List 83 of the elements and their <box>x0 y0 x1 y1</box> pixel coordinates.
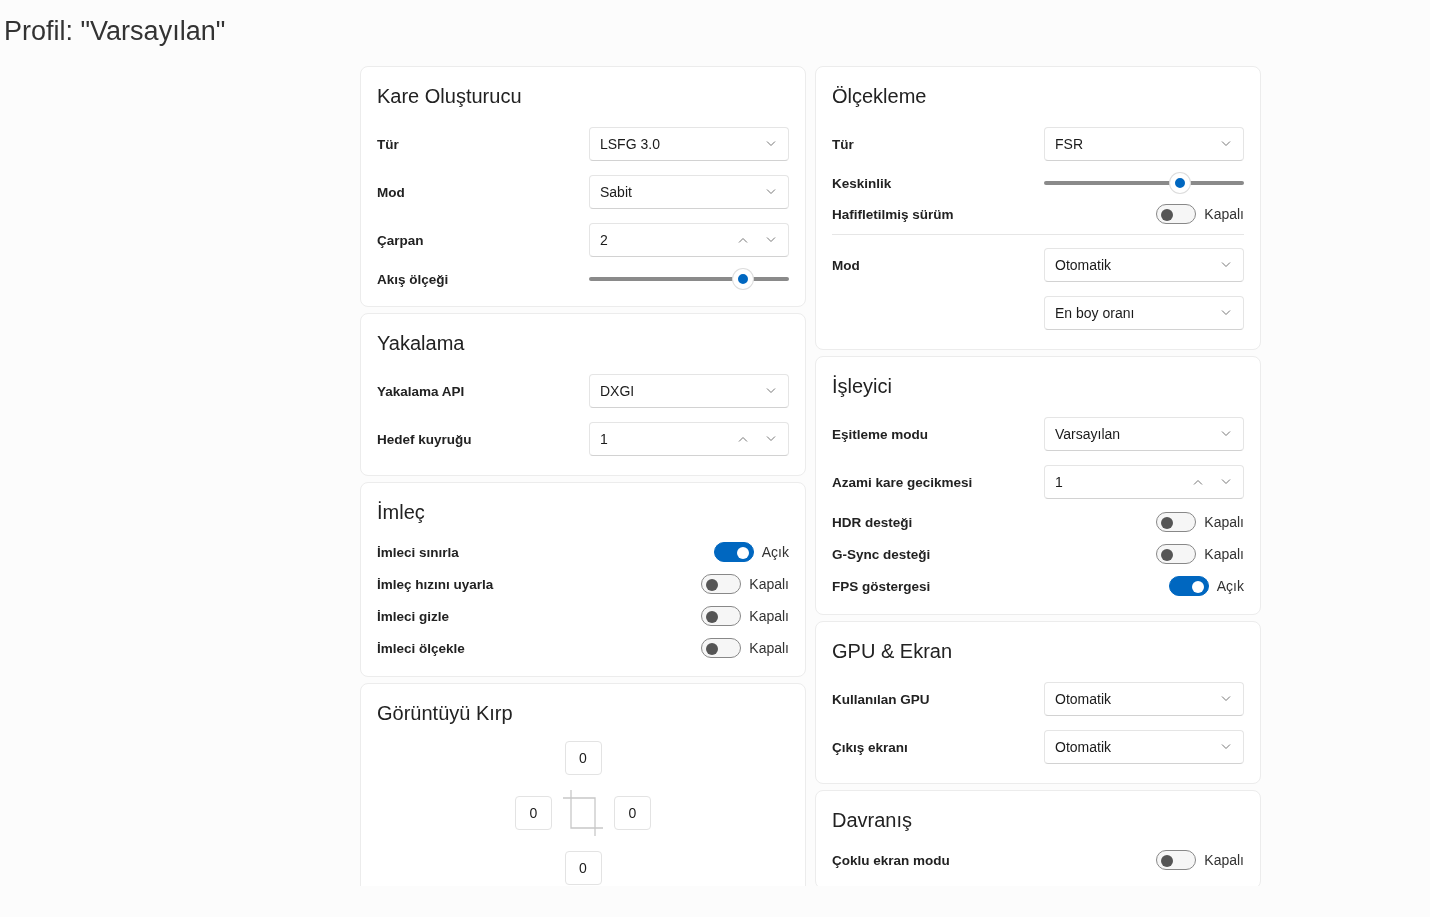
setting-label: FPS göstergesi <box>832 578 932 594</box>
setting-label: İmleci sınırla <box>377 544 460 560</box>
crop-right-field[interactable]: 0 <box>614 796 651 830</box>
toggle-state: Açık <box>761 544 789 560</box>
toggle-state: Kapalı <box>1204 206 1244 222</box>
card-title: GPU & Ekran <box>832 640 954 663</box>
chevron-down-icon[interactable] <box>1221 479 1231 485</box>
page-title: Profil: "Varsayılan" <box>3 15 227 48</box>
toggle-state: Kapalı <box>1204 514 1244 530</box>
setting-label: Çarpan <box>377 232 425 248</box>
dropdown[interactable]: Varsayılan <box>1044 417 1244 451</box>
toggle-switch[interactable] <box>1156 850 1197 870</box>
toggle-switch[interactable] <box>1156 512 1197 532</box>
setting-label: Tür <box>377 136 400 152</box>
chevron-down-icon[interactable] <box>1221 141 1231 147</box>
chevron-down-icon[interactable] <box>766 189 776 195</box>
toggle-switch[interactable] <box>701 606 742 626</box>
chevron-down-icon[interactable] <box>766 237 776 243</box>
setting-label: Çoklu ekran modu <box>832 852 951 868</box>
toggle-switch[interactable] <box>701 638 742 658</box>
setting-label: G-Sync desteği <box>832 546 932 562</box>
toggle-state: Açık <box>1216 578 1244 594</box>
dropdown[interactable]: Otomatik <box>1044 730 1244 764</box>
setting-label: İmleci ölçekle <box>377 640 466 656</box>
setting-label: Hafifletilmiş sürüm <box>832 206 955 222</box>
card-title: İmleç <box>377 501 426 524</box>
chevron-down-icon[interactable] <box>1221 262 1231 268</box>
dropdown[interactable]: En boy oranı <box>1044 296 1244 330</box>
dropdown[interactable]: Sabit <box>589 175 789 209</box>
toggle-state: Kapalı <box>749 576 789 592</box>
toggle-switch[interactable] <box>1156 204 1197 224</box>
chevron-down-icon[interactable] <box>1221 431 1231 437</box>
chevron-down-icon[interactable] <box>766 436 776 442</box>
setting-label: Yakalama API <box>377 383 466 399</box>
setting-label: Kullanılan GPU <box>832 691 931 707</box>
chevron-down-icon[interactable] <box>766 388 776 394</box>
number-field[interactable]: 1 <box>589 422 789 456</box>
setting-label: Mod <box>377 184 406 200</box>
toggle-state: Kapalı <box>749 640 789 656</box>
setting-label: Tür <box>832 136 855 152</box>
card-title: Yakalama <box>377 332 466 355</box>
toggle-switch[interactable] <box>701 574 742 594</box>
card-title: Ölçekleme <box>832 85 928 108</box>
chevron-down-icon[interactable] <box>1221 744 1231 750</box>
setting-label: Hedef kuyruğu <box>377 431 473 447</box>
slider-thumb[interactable] <box>1170 173 1190 193</box>
chevron-up-icon[interactable] <box>738 237 748 243</box>
setting-label: Azami kare gecikmesi <box>832 474 974 490</box>
setting-label: Mod <box>832 257 861 273</box>
card-title: Görüntüyü Kırp <box>377 702 514 725</box>
number-field[interactable]: 2 <box>589 223 789 257</box>
crop-icon <box>562 789 604 837</box>
dropdown[interactable]: FSR <box>1044 127 1244 161</box>
toggle-state: Kapalı <box>1204 546 1244 562</box>
crop-left-field[interactable]: 0 <box>515 796 552 830</box>
chevron-down-icon[interactable] <box>1221 696 1231 702</box>
chevron-up-icon[interactable] <box>738 436 748 442</box>
card-title: İşleyici <box>832 375 893 398</box>
toggle-switch[interactable] <box>713 542 754 562</box>
dropdown[interactable]: DXGI <box>589 374 789 408</box>
dropdown[interactable]: Otomatik <box>1044 682 1244 716</box>
chevron-down-icon[interactable] <box>1221 310 1231 316</box>
card-title: Davranış <box>832 809 914 832</box>
setting-label: Akış ölçeği <box>377 271 450 287</box>
crop-bottom-field[interactable]: 0 <box>564 851 602 885</box>
chevron-down-icon[interactable] <box>766 141 776 147</box>
setting-label: HDR desteği <box>832 514 914 530</box>
card-title: Kare Oluşturucu <box>377 85 523 108</box>
crop-top-field[interactable]: 0 <box>564 741 602 775</box>
toggle-switch[interactable] <box>1168 576 1209 596</box>
setting-label: İmleç hızını uyarla <box>377 576 495 592</box>
dropdown[interactable]: LSFG 3.0 <box>589 127 789 161</box>
toggle-switch[interactable] <box>1156 544 1197 564</box>
setting-label: İmleci gizle <box>377 608 451 624</box>
slider-thumb[interactable] <box>733 269 753 289</box>
chevron-up-icon[interactable] <box>1193 479 1203 485</box>
dropdown[interactable]: Otomatik <box>1044 248 1244 282</box>
setting-label: Keskinlik <box>832 175 893 191</box>
toggle-state: Kapalı <box>749 608 789 624</box>
setting-label: Eşitleme modu <box>832 426 930 442</box>
toggle-state: Kapalı <box>1204 852 1244 868</box>
setting-label: Çıkış ekranı <box>832 739 909 755</box>
number-field[interactable]: 1 <box>1044 465 1244 499</box>
